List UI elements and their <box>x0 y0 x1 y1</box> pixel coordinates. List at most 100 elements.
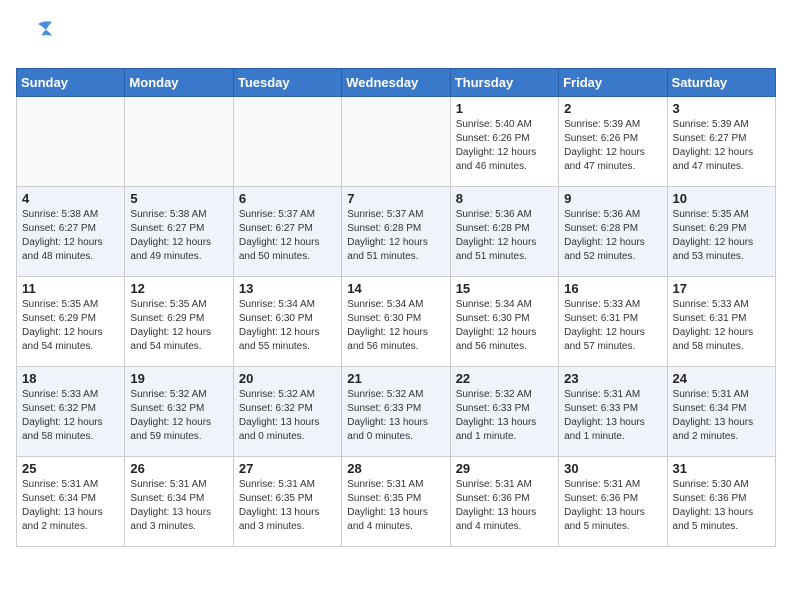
day-number: 25 <box>22 461 119 476</box>
day-detail: Sunrise: 5:31 AMSunset: 6:35 PMDaylight:… <box>239 478 336 534</box>
logo <box>16 16 62 60</box>
day-number: 3 <box>673 101 770 116</box>
day-detail: Sunrise: 5:32 AMSunset: 6:32 PMDaylight:… <box>130 388 227 444</box>
calendar-cell: 28 Sunrise: 5:31 AMSunset: 6:35 PMDayligh… <box>342 457 450 547</box>
day-detail: Sunrise: 5:32 AMSunset: 6:33 PMDaylight:… <box>347 388 444 444</box>
day-detail: Sunrise: 5:34 AMSunset: 6:30 PMDaylight:… <box>456 298 553 354</box>
day-number: 18 <box>22 371 119 386</box>
day-number: 29 <box>456 461 553 476</box>
calendar-cell: 7 Sunrise: 5:37 AMSunset: 6:28 PMDaylight… <box>342 187 450 277</box>
day-number: 27 <box>239 461 336 476</box>
day-detail: Sunrise: 5:31 AMSunset: 6:35 PMDaylight:… <box>347 478 444 534</box>
calendar-cell: 13 Sunrise: 5:34 AMSunset: 6:30 PMDayligh… <box>233 277 341 367</box>
header-saturday: Saturday <box>667 69 775 97</box>
calendar-cell: 26 Sunrise: 5:31 AMSunset: 6:34 PMDayligh… <box>125 457 233 547</box>
day-detail: Sunrise: 5:30 AMSunset: 6:36 PMDaylight:… <box>673 478 770 534</box>
day-number: 24 <box>673 371 770 386</box>
day-detail: Sunrise: 5:36 AMSunset: 6:28 PMDaylight:… <box>456 208 553 264</box>
calendar-cell: 14 Sunrise: 5:34 AMSunset: 6:30 PMDayligh… <box>342 277 450 367</box>
day-detail: Sunrise: 5:34 AMSunset: 6:30 PMDaylight:… <box>347 298 444 354</box>
header-monday: Monday <box>125 69 233 97</box>
page-header <box>16 16 776 60</box>
day-number: 8 <box>456 191 553 206</box>
calendar-week-3: 11 Sunrise: 5:35 AMSunset: 6:29 PMDayligh… <box>17 277 776 367</box>
day-number: 13 <box>239 281 336 296</box>
calendar-cell: 25 Sunrise: 5:31 AMSunset: 6:34 PMDayligh… <box>17 457 125 547</box>
calendar-cell: 22 Sunrise: 5:32 AMSunset: 6:33 PMDayligh… <box>450 367 558 457</box>
day-detail: Sunrise: 5:38 AMSunset: 6:27 PMDaylight:… <box>22 208 119 264</box>
day-number: 14 <box>347 281 444 296</box>
day-number: 9 <box>564 191 661 206</box>
header-wednesday: Wednesday <box>342 69 450 97</box>
day-detail: Sunrise: 5:31 AMSunset: 6:34 PMDaylight:… <box>130 478 227 534</box>
day-number: 21 <box>347 371 444 386</box>
day-detail: Sunrise: 5:35 AMSunset: 6:29 PMDaylight:… <box>22 298 119 354</box>
calendar-cell: 29Sunrise: 5:31 AMSunset: 6:36 PMDayligh… <box>450 457 558 547</box>
day-number: 26 <box>130 461 227 476</box>
day-detail: Sunrise: 5:40 AMSunset: 6:26 PMDaylight:… <box>456 118 553 174</box>
day-number: 28 <box>347 461 444 476</box>
day-number: 30 <box>564 461 661 476</box>
calendar-week-5: 25 Sunrise: 5:31 AMSunset: 6:34 PMDayligh… <box>17 457 776 547</box>
calendar-week-1: 1Sunrise: 5:40 AMSunset: 6:26 PMDaylight… <box>17 97 776 187</box>
calendar-cell: 27 Sunrise: 5:31 AMSunset: 6:35 PMDayligh… <box>233 457 341 547</box>
day-number: 7 <box>347 191 444 206</box>
header-friday: Friday <box>559 69 667 97</box>
calendar-cell: 19 Sunrise: 5:32 AMSunset: 6:32 PMDayligh… <box>125 367 233 457</box>
day-number: 2 <box>564 101 661 116</box>
calendar-cell: 24 Sunrise: 5:31 AMSunset: 6:34 PMDayligh… <box>667 367 775 457</box>
calendar-cell: 2 Sunrise: 5:39 AMSunset: 6:26 PMDaylight… <box>559 97 667 187</box>
header-sunday: Sunday <box>17 69 125 97</box>
calendar-cell: 17Sunrise: 5:33 AMSunset: 6:31 PMDayligh… <box>667 277 775 367</box>
calendar-cell: 23 Sunrise: 5:31 AMSunset: 6:33 PMDayligh… <box>559 367 667 457</box>
calendar-cell: 30 Sunrise: 5:31 AMSunset: 6:36 PMDayligh… <box>559 457 667 547</box>
calendar-cell: 9Sunrise: 5:36 AMSunset: 6:28 PMDaylight… <box>559 187 667 277</box>
day-detail: Sunrise: 5:31 AMSunset: 6:34 PMDaylight:… <box>673 388 770 444</box>
day-detail: Sunrise: 5:38 AMSunset: 6:27 PMDaylight:… <box>130 208 227 264</box>
day-detail: Sunrise: 5:37 AMSunset: 6:28 PMDaylight:… <box>347 208 444 264</box>
calendar-cell: 5 Sunrise: 5:38 AMSunset: 6:27 PMDaylight… <box>125 187 233 277</box>
calendar-cell: 6 Sunrise: 5:37 AMSunset: 6:27 PMDaylight… <box>233 187 341 277</box>
header-tuesday: Tuesday <box>233 69 341 97</box>
day-detail: Sunrise: 5:31 AMSunset: 6:33 PMDaylight:… <box>564 388 661 444</box>
calendar-week-2: 4 Sunrise: 5:38 AMSunset: 6:27 PMDaylight… <box>17 187 776 277</box>
day-number: 23 <box>564 371 661 386</box>
day-detail: Sunrise: 5:39 AMSunset: 6:27 PMDaylight:… <box>673 118 770 174</box>
logo-icon <box>16 16 60 60</box>
calendar-cell <box>125 97 233 187</box>
day-number: 15 <box>456 281 553 296</box>
calendar-cell: 16Sunrise: 5:33 AMSunset: 6:31 PMDayligh… <box>559 277 667 367</box>
day-detail: Sunrise: 5:35 AMSunset: 6:29 PMDaylight:… <box>130 298 227 354</box>
day-number: 4 <box>22 191 119 206</box>
day-detail: Sunrise: 5:39 AMSunset: 6:26 PMDaylight:… <box>564 118 661 174</box>
calendar-cell: 18 Sunrise: 5:33 AMSunset: 6:32 PMDayligh… <box>17 367 125 457</box>
day-number: 17 <box>673 281 770 296</box>
calendar-cell: 21 Sunrise: 5:32 AMSunset: 6:33 PMDayligh… <box>342 367 450 457</box>
calendar-cell: 1Sunrise: 5:40 AMSunset: 6:26 PMDaylight… <box>450 97 558 187</box>
header-thursday: Thursday <box>450 69 558 97</box>
day-number: 5 <box>130 191 227 206</box>
day-number: 12 <box>130 281 227 296</box>
calendar-header-row: SundayMondayTuesdayWednesdayThursdayFrid… <box>17 69 776 97</box>
calendar-cell: 20Sunrise: 5:32 AMSunset: 6:32 PMDayligh… <box>233 367 341 457</box>
day-detail: Sunrise: 5:31 AMSunset: 6:36 PMDaylight:… <box>564 478 661 534</box>
day-number: 22 <box>456 371 553 386</box>
day-detail: Sunrise: 5:31 AMSunset: 6:34 PMDaylight:… <box>22 478 119 534</box>
day-number: 16 <box>564 281 661 296</box>
day-detail: Sunrise: 5:37 AMSunset: 6:27 PMDaylight:… <box>239 208 336 264</box>
calendar-cell: 10Sunrise: 5:35 AMSunset: 6:29 PMDayligh… <box>667 187 775 277</box>
calendar-cell: 12 Sunrise: 5:35 AMSunset: 6:29 PMDayligh… <box>125 277 233 367</box>
day-number: 19 <box>130 371 227 386</box>
day-detail: Sunrise: 5:34 AMSunset: 6:30 PMDaylight:… <box>239 298 336 354</box>
calendar-week-4: 18 Sunrise: 5:33 AMSunset: 6:32 PMDayligh… <box>17 367 776 457</box>
day-detail: Sunrise: 5:32 AMSunset: 6:32 PMDaylight:… <box>239 388 336 444</box>
calendar-cell <box>233 97 341 187</box>
day-number: 6 <box>239 191 336 206</box>
calendar-cell: 4 Sunrise: 5:38 AMSunset: 6:27 PMDaylight… <box>17 187 125 277</box>
day-detail: Sunrise: 5:32 AMSunset: 6:33 PMDaylight:… <box>456 388 553 444</box>
calendar-cell <box>342 97 450 187</box>
day-detail: Sunrise: 5:33 AMSunset: 6:32 PMDaylight:… <box>22 388 119 444</box>
calendar-cell: 15 Sunrise: 5:34 AMSunset: 6:30 PMDayligh… <box>450 277 558 367</box>
day-number: 11 <box>22 281 119 296</box>
calendar-table: SundayMondayTuesdayWednesdayThursdayFrid… <box>16 68 776 547</box>
